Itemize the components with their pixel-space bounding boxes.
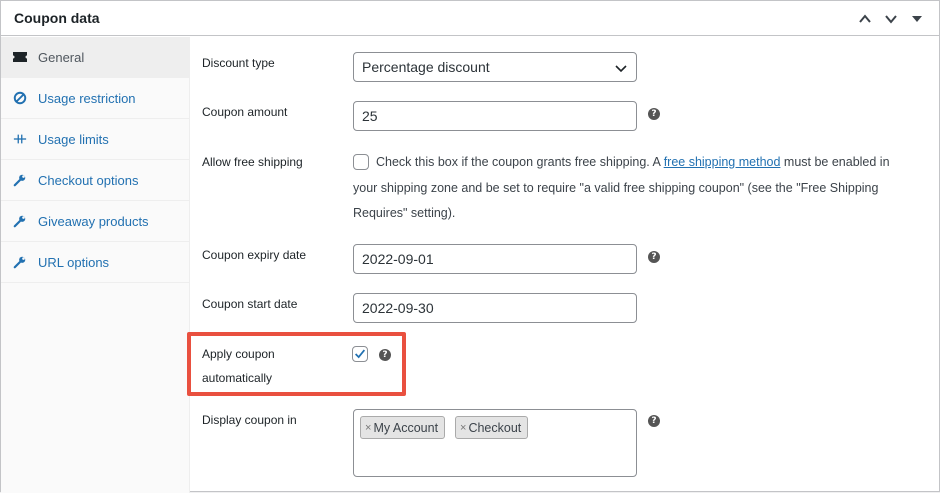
start-date-input[interactable]: 2022-09-30 [353,293,637,323]
chevron-down-icon [885,15,897,24]
free-shipping-description: Check this box if the coupon grants free… [353,150,913,227]
coupon-amount-label: Coupon amount [202,105,288,119]
chevron-up-icon [859,14,871,23]
move-down-button[interactable] [880,8,902,30]
remove-chip-icon[interactable]: × [460,422,466,434]
limits-icon [12,131,28,147]
move-up-button[interactable] [854,8,876,30]
help-icon[interactable]: ? [648,251,660,263]
remove-chip-icon[interactable]: × [365,422,371,434]
chip-label: My Account [373,420,439,435]
free-shipping-text-before: Check this box if the coupon grants free… [376,155,664,169]
caret-down-icon [912,16,922,22]
free-shipping-method-link[interactable]: free shipping method [664,155,781,169]
help-icon[interactable]: ? [648,108,660,120]
discount-type-label: Discount type [202,56,275,70]
coupon-amount-value: 25 [362,108,378,124]
chip-label: Checkout [468,420,522,435]
wrench-icon [12,172,28,188]
wrench-icon [12,254,28,270]
tab-usage-restriction[interactable]: Usage restriction [1,78,189,119]
tab-label: URL options [38,254,110,270]
chip-my-account: × My Account [360,416,446,439]
coupon-amount-input[interactable]: 25 [353,101,637,131]
tab-usage-limits[interactable]: Usage limits [1,119,189,160]
discount-type-select[interactable]: Percentage discount [353,52,637,82]
toggle-panel-button[interactable] [906,8,928,30]
coupon-tabs-sidebar: General Usage restriction Usage limits C… [1,37,190,493]
tab-url-options[interactable]: URL options [1,242,189,283]
general-options-panel: Discount type Percentage discount Coupon… [191,37,939,493]
tab-label: Checkout options [38,172,139,188]
display-coupon-multiselect[interactable]: × My Account × Checkout [353,409,637,477]
tab-label: Usage limits [38,131,109,147]
tab-label: Giveaway products [38,213,149,229]
panel-title: Coupon data [14,10,100,26]
tab-label: General [38,49,85,65]
display-coupon-label: Display coupon in [202,413,297,427]
tab-checkout-options[interactable]: Checkout options [1,160,189,201]
expiry-date-label: Coupon expiry date [202,248,307,262]
coupon-data-panel: Coupon data General Usage restriction Us… [0,0,940,493]
highlight-box [187,332,406,396]
tab-general[interactable]: General [1,37,189,78]
discount-type-value: Percentage discount [362,59,490,75]
wrench-icon [12,213,28,229]
chevron-down-icon [615,65,627,73]
block-icon [12,90,28,106]
free-shipping-label: Allow free shipping [202,155,303,169]
start-date-value: 2022-09-30 [362,300,434,316]
tab-label: Usage restriction [38,90,136,106]
chip-checkout: × Checkout [455,416,529,439]
tab-giveaway-products[interactable]: Giveaway products [1,201,189,242]
expiry-date-input[interactable]: 2022-09-01 [353,244,637,274]
ticket-icon [12,49,28,65]
start-date-label: Coupon start date [202,297,298,311]
expiry-date-value: 2022-09-01 [362,251,434,267]
help-icon[interactable]: ? [648,415,660,427]
panel-header: Coupon data [1,1,939,36]
